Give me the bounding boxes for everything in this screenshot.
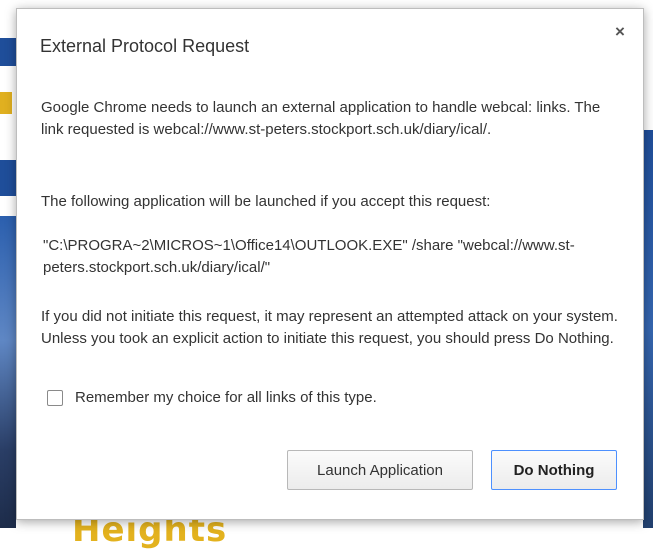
remember-choice-row[interactable]: Remember my choice for all links of this…	[47, 389, 377, 406]
background-logo-fragment	[0, 38, 16, 66]
do-nothing-button[interactable]: Do Nothing	[491, 450, 617, 490]
background-accent-fragment	[0, 92, 12, 114]
dialog-warning: If you did not initiate this request, it…	[41, 308, 618, 347]
launch-application-button[interactable]: Launch Application	[287, 450, 473, 490]
remember-choice-checkbox[interactable]	[47, 389, 63, 406]
background-image-right	[643, 130, 653, 528]
remember-choice-label[interactable]: Remember my choice for all links of this…	[75, 389, 377, 406]
dialog-launch-notice: The following application will be launch…	[41, 193, 491, 210]
dialog-title: External Protocol Request	[40, 36, 250, 56]
background-image-left	[0, 216, 16, 528]
dialog-command-line: "C:\PROGRA~2\MICROS~1\Office14\OUTLOOK.E…	[43, 237, 575, 276]
external-protocol-dialog: × External Protocol Request Google Chrom…	[16, 8, 644, 520]
dialog-message: Google Chrome needs to launch an externa…	[41, 99, 601, 138]
close-icon[interactable]: ×	[611, 23, 629, 41]
